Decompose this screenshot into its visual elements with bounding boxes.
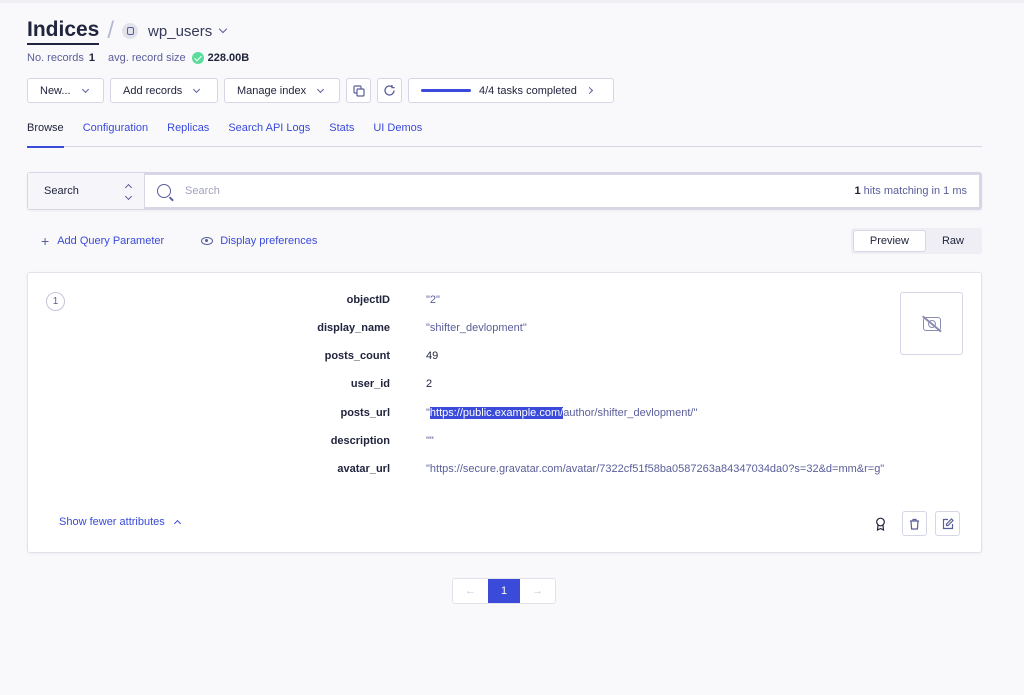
tab-replicas[interactable]: Replicas xyxy=(167,122,209,147)
trash-icon xyxy=(910,518,919,530)
show-fewer-attributes-button[interactable]: Show fewer attributes xyxy=(59,516,181,528)
delete-record-button[interactable] xyxy=(902,511,927,536)
attribute-value: "shifter_devlopment" xyxy=(426,322,527,334)
edit-record-button[interactable] xyxy=(935,511,960,536)
attribute-key: description xyxy=(330,435,390,447)
attribute-value: 2 xyxy=(426,378,433,390)
show-fewer-label: Show fewer attributes xyxy=(59,516,165,528)
hits-text: hits matching in 1 ms xyxy=(860,185,967,197)
attribute-value: "https://secure.gravatar.com/avatar/7322… xyxy=(426,463,885,475)
add-query-parameter-label: Add Query Parameter xyxy=(57,235,165,247)
record-actions xyxy=(873,511,960,536)
search-bar: Search 1 hits matching in 1 ms xyxy=(27,172,982,210)
award-icon xyxy=(876,517,885,531)
attribute-value: "https://public.example.com/author/shift… xyxy=(426,407,697,419)
preview-toggle[interactable]: Preview xyxy=(852,230,926,252)
attribute-row: avatar_url "https://secure.gravatar.com/… xyxy=(178,463,1018,475)
attribute-key: posts_url xyxy=(340,407,390,419)
attribute-key: user_id xyxy=(350,378,390,390)
tab-stats[interactable]: Stats xyxy=(329,122,354,147)
attribute-row: objectID "2" xyxy=(178,294,1018,306)
chevron-right-icon xyxy=(585,86,593,95)
tab-browse[interactable]: Browse xyxy=(27,122,64,148)
page-header: Indices / wp_users xyxy=(27,17,228,45)
tasks-progress-bar xyxy=(421,89,471,92)
refresh-icon xyxy=(384,85,395,96)
record-number: 1 xyxy=(46,292,65,311)
hits-summary: 1 hits matching in 1 ms xyxy=(855,185,980,197)
top-band xyxy=(0,0,1024,3)
chevron-down-icon xyxy=(193,85,201,93)
breadcrumb-separator: / xyxy=(107,17,115,44)
updown-icon xyxy=(124,183,133,201)
index-icon xyxy=(122,23,139,39)
next-page-button[interactable]: → xyxy=(520,579,555,603)
edit-icon xyxy=(942,517,954,529)
search-field-wrapper: 1 hits matching in 1 ms xyxy=(145,173,981,209)
add-query-parameter-button[interactable]: + Add Query Parameter xyxy=(41,233,164,249)
tasks-button[interactable]: 4/4 tasks completed xyxy=(408,78,614,103)
tab-configuration[interactable]: Configuration xyxy=(83,122,148,147)
index-selector[interactable]: wp_users xyxy=(148,23,212,40)
new-button[interactable]: New... xyxy=(27,78,104,103)
record-card: 1 objectID "2" display_name "shifter_dev… xyxy=(27,272,982,553)
attribute-key: objectID xyxy=(346,294,390,306)
index-meta: No. records 1 avg. record size 228.00B xyxy=(27,52,249,64)
raw-toggle[interactable]: Raw xyxy=(926,230,980,252)
chevron-up-icon xyxy=(173,519,181,528)
value-suffix: author/shifter_devlopment/" xyxy=(563,407,698,419)
size-value: 228.00B xyxy=(207,52,250,64)
add-records-button[interactable]: Add records xyxy=(110,78,218,103)
prev-page-button[interactable]: ← xyxy=(453,579,488,603)
page-title[interactable]: Indices xyxy=(27,18,100,45)
chevron-down-icon[interactable] xyxy=(219,24,228,34)
check-circle-icon xyxy=(191,52,204,64)
tasks-label: 4/4 tasks completed xyxy=(479,84,577,97)
chevron-down-icon xyxy=(317,85,325,93)
attribute-key: avatar_url xyxy=(337,463,390,475)
index-tabs: Browse Configuration Replicas Search API… xyxy=(27,122,982,148)
copy-button[interactable] xyxy=(346,78,371,103)
display-preferences-button[interactable]: Display preferences xyxy=(201,235,317,247)
attribute-value: "" xyxy=(426,435,434,447)
search-type-select[interactable]: Search xyxy=(28,173,145,209)
copy-icon xyxy=(352,84,365,97)
records-label: No. records xyxy=(27,52,84,64)
manage-index-button[interactable]: Manage index xyxy=(224,78,340,103)
search-icon xyxy=(157,184,171,198)
attribute-row: description "" xyxy=(178,435,1018,447)
attribute-row: user_id 2 xyxy=(178,378,1018,390)
search-type-label: Search xyxy=(44,185,79,197)
attribute-row: posts_count 49 xyxy=(178,350,1018,362)
records-value: 1 xyxy=(88,52,95,64)
attribute-row: posts_url "https://public.example.com/au… xyxy=(178,407,1018,419)
selected-text: https://public.example.com/ xyxy=(429,407,564,419)
manage-index-label: Manage index xyxy=(237,84,307,97)
toolbar: New... Add records Manage index 4/4 task… xyxy=(27,78,614,103)
record-image-placeholder xyxy=(900,292,963,355)
chevron-down-icon xyxy=(81,85,89,93)
attribute-key: posts_count xyxy=(324,350,390,362)
new-button-label: New... xyxy=(40,84,71,97)
tab-search-api-logs[interactable]: Search API Logs xyxy=(228,122,310,147)
attribute-value: 49 xyxy=(426,350,439,362)
search-input[interactable] xyxy=(185,185,855,197)
display-preferences-label: Display preferences xyxy=(220,235,318,247)
attribute-row: display_name "shifter_devlopment" xyxy=(178,322,1018,334)
view-toggle: Preview Raw xyxy=(850,228,982,254)
add-records-label: Add records xyxy=(123,84,183,97)
tab-ui-demos[interactable]: UI Demos xyxy=(373,122,422,147)
query-row: + Add Query Parameter Display preference… xyxy=(27,228,982,254)
page-button-current[interactable]: 1 xyxy=(488,579,520,603)
no-camera-icon xyxy=(922,316,941,331)
attribute-key: display_name xyxy=(317,322,390,334)
size-label: avg. record size xyxy=(107,52,186,64)
pagination: ← 1 → xyxy=(452,578,556,604)
refresh-button[interactable] xyxy=(377,78,402,103)
ranking-button[interactable] xyxy=(873,511,888,536)
plus-icon: + xyxy=(41,233,50,249)
attribute-value: "2" xyxy=(426,294,440,306)
eye-icon xyxy=(201,237,214,245)
